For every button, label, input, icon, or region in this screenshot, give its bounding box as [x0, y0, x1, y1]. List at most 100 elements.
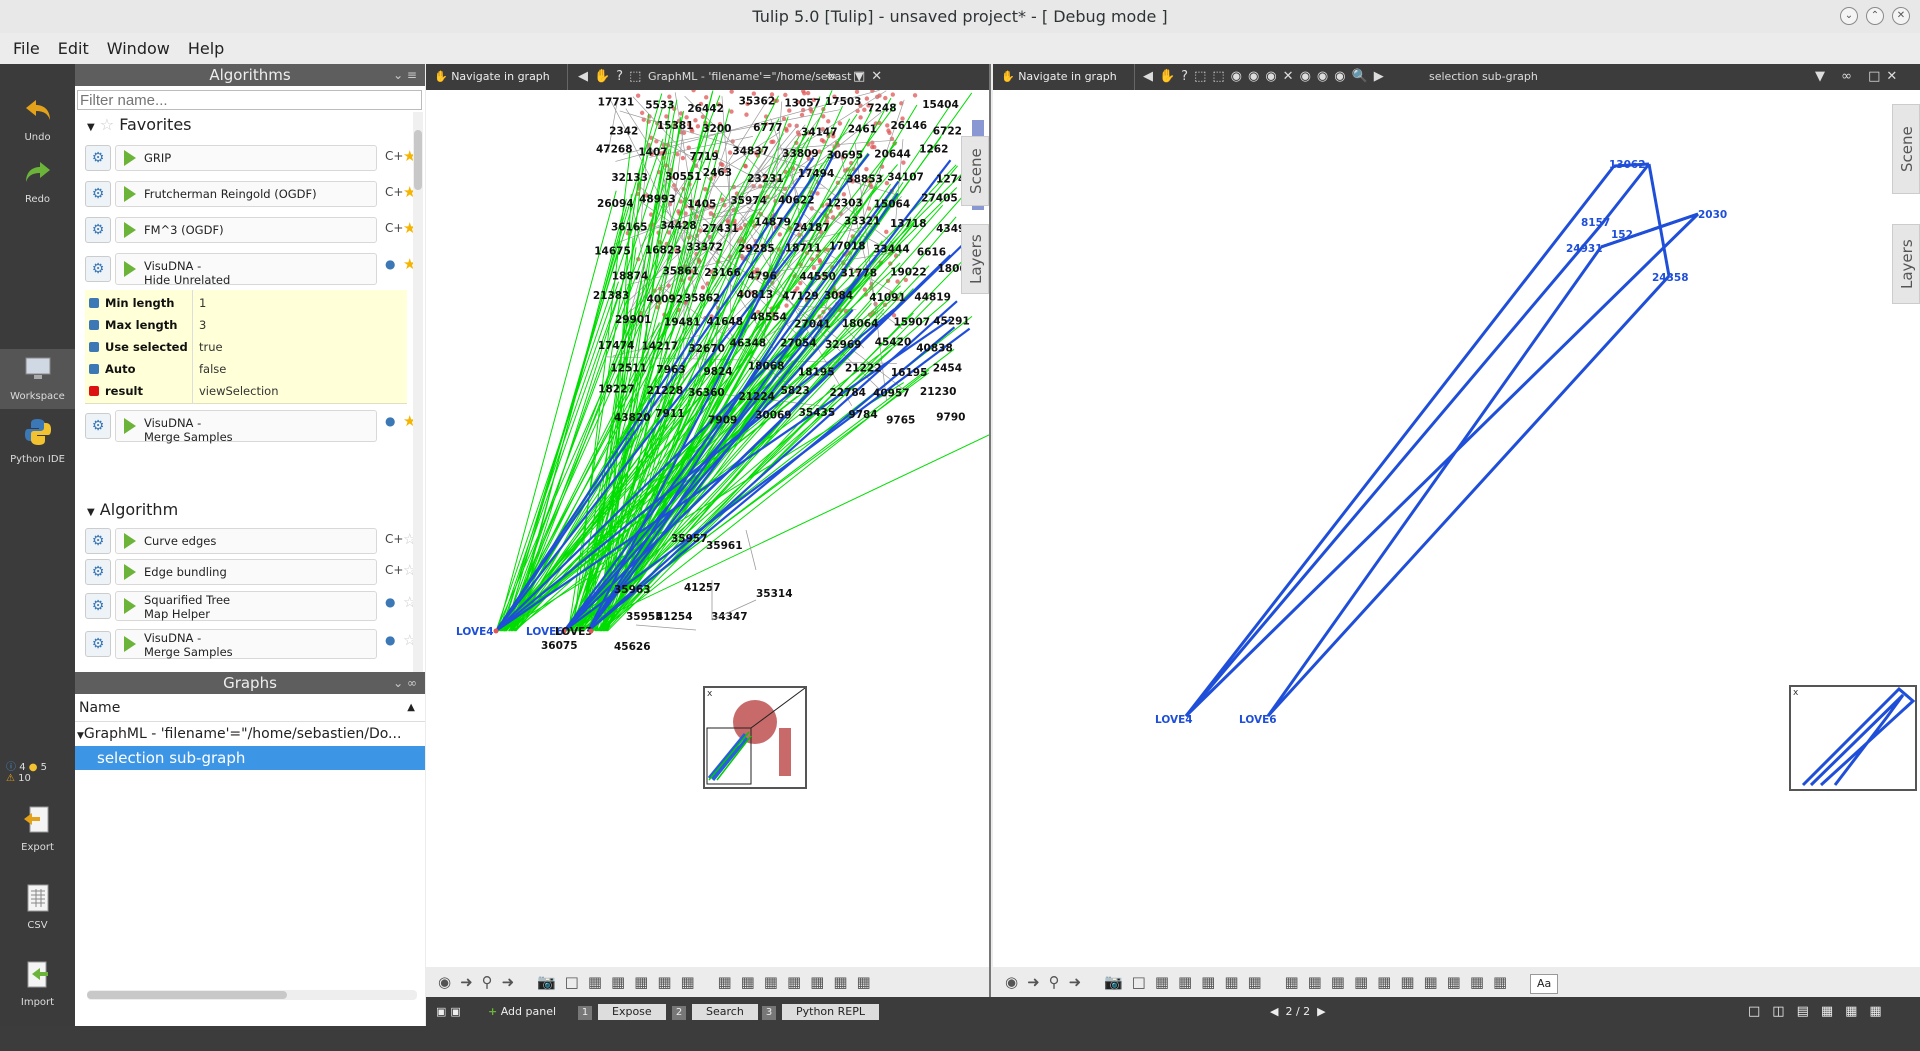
graph-canvas-right[interactable]: 13062 2030 8157152 24931 24358 LOVE4 LOVE6 — [993, 90, 1920, 966]
interactor-icons[interactable]: ◀✋?⬚⬚◉◉◉✕◉◉◉🔍▶ — [1143, 64, 1390, 90]
gear-icon[interactable]: ⚙ — [85, 528, 111, 554]
algorithm-item-curve-edges[interactable]: ⚙ Curve edges C+ ☆ — [85, 526, 416, 558]
undo-button[interactable]: Undo — [0, 94, 75, 143]
view-window-icons[interactable]: ∞ □✕ — [826, 64, 888, 90]
add-panel-button[interactable]: + Add panel — [488, 997, 556, 1026]
label-font-button[interactable]: Aa — [1529, 974, 1559, 994]
algorithm-item-squarified[interactable]: ⚙ Squarified Tree Map Helper ● ☆ — [85, 589, 416, 623]
graph-tree-child-selected[interactable]: selection sub-graph — [75, 746, 425, 770]
algorithm-item-visudna-merge[interactable]: ⚙ VisuDNA - Merge Samples ● ☆ — [85, 627, 416, 661]
menu-window[interactable]: Window — [98, 33, 179, 64]
left-dock: Undo Redo Workspace Python IDE ⓘ 4 ● 5 ⚠… — [0, 64, 75, 1026]
node-label: 40622 — [778, 195, 815, 207]
panel-controls-icon[interactable]: ⌄ ≡ — [393, 64, 417, 86]
csv-button[interactable]: CSV — [0, 882, 75, 931]
gear-icon[interactable]: ⚙ — [85, 145, 111, 171]
node-label: 47129 — [782, 290, 819, 302]
param-result[interactable]: result viewSelection — [85, 378, 407, 404]
gear-icon[interactable]: ⚙ — [85, 559, 111, 585]
next-page-icon[interactable]: ▶ — [1317, 1005, 1325, 1018]
minimize-icon[interactable]: ⌄ — [1840, 7, 1858, 25]
graph-combo[interactable]: selection sub-graph — [1429, 64, 1538, 90]
close-icon[interactable]: ✕ — [1892, 7, 1910, 25]
algorithm-item-edge-bundling[interactable]: ⚙ Edge bundling C+ ☆ — [85, 557, 416, 589]
menu-help[interactable]: Help — [179, 33, 233, 64]
menu-edit[interactable]: Edit — [49, 33, 98, 64]
play-icon[interactable] — [124, 186, 136, 202]
view2-bottom-toolbar[interactable]: ◉➜⚲➜ 📷□▦▦▦▦▦ ▦▦▦▦▦▦▦▦▦▦ Aa — [993, 967, 1920, 997]
algorithm-item-fm3[interactable]: ⚙ FM^3 (OGDF) C+ ★ — [85, 215, 416, 247]
import-button[interactable]: Import — [0, 959, 75, 1008]
gear-icon[interactable]: ⚙ — [85, 593, 111, 619]
minimap-close-icon[interactable]: x — [707, 689, 713, 699]
node-label: 40838 — [916, 342, 953, 354]
overview-minimap-left[interactable]: x — [703, 686, 807, 789]
play-icon[interactable] — [124, 533, 136, 549]
overview-minimap-right[interactable]: x — [1789, 685, 1917, 791]
message-counts[interactable]: ⓘ 4 ● 5 ⚠ 10 — [6, 758, 47, 784]
algorithms-scrollbar[interactable] — [413, 112, 423, 672]
node-label: 14675 — [594, 245, 631, 257]
python-ide-button[interactable]: Python IDE — [0, 416, 75, 465]
graph-canvas-left[interactable]: 17731 5533 26442 35362 13057 17503 7248 15404 23… — [426, 90, 989, 966]
node-label: 2461 — [848, 123, 877, 135]
gear-icon[interactable]: ⚙ — [85, 217, 111, 243]
tab-layers-right[interactable]: Layers — [1892, 224, 1920, 304]
node-label: 15404 — [922, 99, 959, 111]
algorithm-item-visudna-merge-fav[interactable]: ⚙ VisuDNA - Merge Samples ● ★ — [85, 408, 416, 444]
export-button[interactable]: Export — [0, 804, 75, 853]
pager[interactable]: ◀ 2 / 2 ▶ — [1270, 997, 1326, 1026]
redo-button[interactable]: Redo — [0, 156, 75, 205]
workspace-layout-icons[interactable]: □◫▤▦▦▦ — [1748, 997, 1894, 1026]
graph-node — [783, 92, 788, 98]
algorithm-section[interactable]: ▼ Algorithm — [87, 500, 178, 519]
play-icon[interactable] — [124, 150, 136, 166]
gear-icon[interactable]: ⚙ — [85, 413, 111, 439]
view1-bottom-toolbar[interactable]: ◉➜⚲➜ 📷□▦▦▦▦▦ ▦▦▦▦▦▦▦ — [426, 967, 989, 997]
graph-view-left[interactable]: ✋ Navigate in graph ◀✋?⬚ GraphML - 'file… — [426, 64, 991, 997]
node-label: 35974 — [730, 195, 767, 207]
tab-layers-left[interactable]: Layers — [961, 224, 989, 294]
algorithm-item-fruchterman[interactable]: ⚙ Frutcherman Reingold (OGDF) C+ ★ — [85, 179, 416, 211]
minimap-close-icon[interactable]: x — [1793, 688, 1799, 698]
graphs-column-header[interactable]: Name ▲ — [75, 694, 425, 722]
play-icon[interactable] — [124, 636, 136, 652]
node-label: 17018 — [829, 241, 866, 253]
graphs-horizontal-scrollbar[interactable] — [87, 990, 417, 1000]
navigate-mode-label[interactable]: ✋ Navigate in graph — [426, 64, 568, 90]
node-label: 24187 — [793, 222, 830, 234]
window-title: Tulip 5.0 [Tulip] - unsaved project* - [… — [752, 7, 1168, 26]
navigate-mode-label[interactable]: ✋ Navigate in graph — [993, 64, 1135, 90]
expose-tab[interactable]: 1 Expose — [578, 997, 666, 1026]
play-icon[interactable] — [124, 418, 136, 434]
graph-tree-root[interactable]: ▼GraphML - 'filename'="/home/sebastien/D… — [75, 722, 425, 746]
graph-node — [870, 140, 875, 145]
gear-icon[interactable]: ⚙ — [85, 181, 111, 207]
node-label: 1262 — [919, 143, 948, 155]
search-tab[interactable]: 2 Search — [672, 997, 758, 1026]
play-icon[interactable] — [124, 222, 136, 238]
tab-scene-right[interactable]: Scene — [1892, 104, 1920, 194]
interactor-icons[interactable]: ◀✋?⬚ — [578, 64, 647, 90]
algorithm-item-grip[interactable]: ⚙ GRIP C+ ★ — [85, 143, 416, 175]
graph-view-right[interactable]: ✋ Navigate in graph ◀✋?⬚⬚◉◉◉✕◉◉◉🔍▶ selec… — [993, 64, 1920, 997]
node-label: 17474 — [598, 340, 635, 352]
panel-controls-icon[interactable]: ⌄ ∞ — [393, 672, 417, 694]
prev-page-icon[interactable]: ◀ — [1270, 1005, 1278, 1018]
menu-file[interactable]: File — [4, 33, 49, 64]
algorithm-item-visudna-hide[interactable]: ⚙ VisuDNA - Hide Unrelated ● ★ — [85, 251, 416, 287]
play-icon[interactable] — [124, 261, 136, 277]
layout-mode-icons[interactable]: ▣▣ — [436, 997, 465, 1026]
python-repl-tab[interactable]: 3 Python REPL — [762, 997, 879, 1026]
tab-scene-left[interactable]: Scene — [961, 136, 989, 206]
gear-icon[interactable]: ⚙ — [85, 631, 111, 657]
play-icon[interactable] — [124, 598, 136, 614]
gear-icon[interactable]: ⚙ — [85, 256, 111, 282]
node-label: 35963 — [614, 584, 651, 596]
algorithm-filter-input[interactable] — [77, 90, 422, 110]
view-window-icons[interactable]: ▼ ∞ □✕ — [1815, 64, 1903, 90]
favorites-section[interactable]: ▼ ☆ Favorites — [87, 115, 192, 134]
maximize-icon[interactable]: ⌃ — [1866, 7, 1884, 25]
play-icon[interactable] — [124, 564, 136, 580]
workspace-button[interactable]: Workspace — [0, 349, 75, 409]
